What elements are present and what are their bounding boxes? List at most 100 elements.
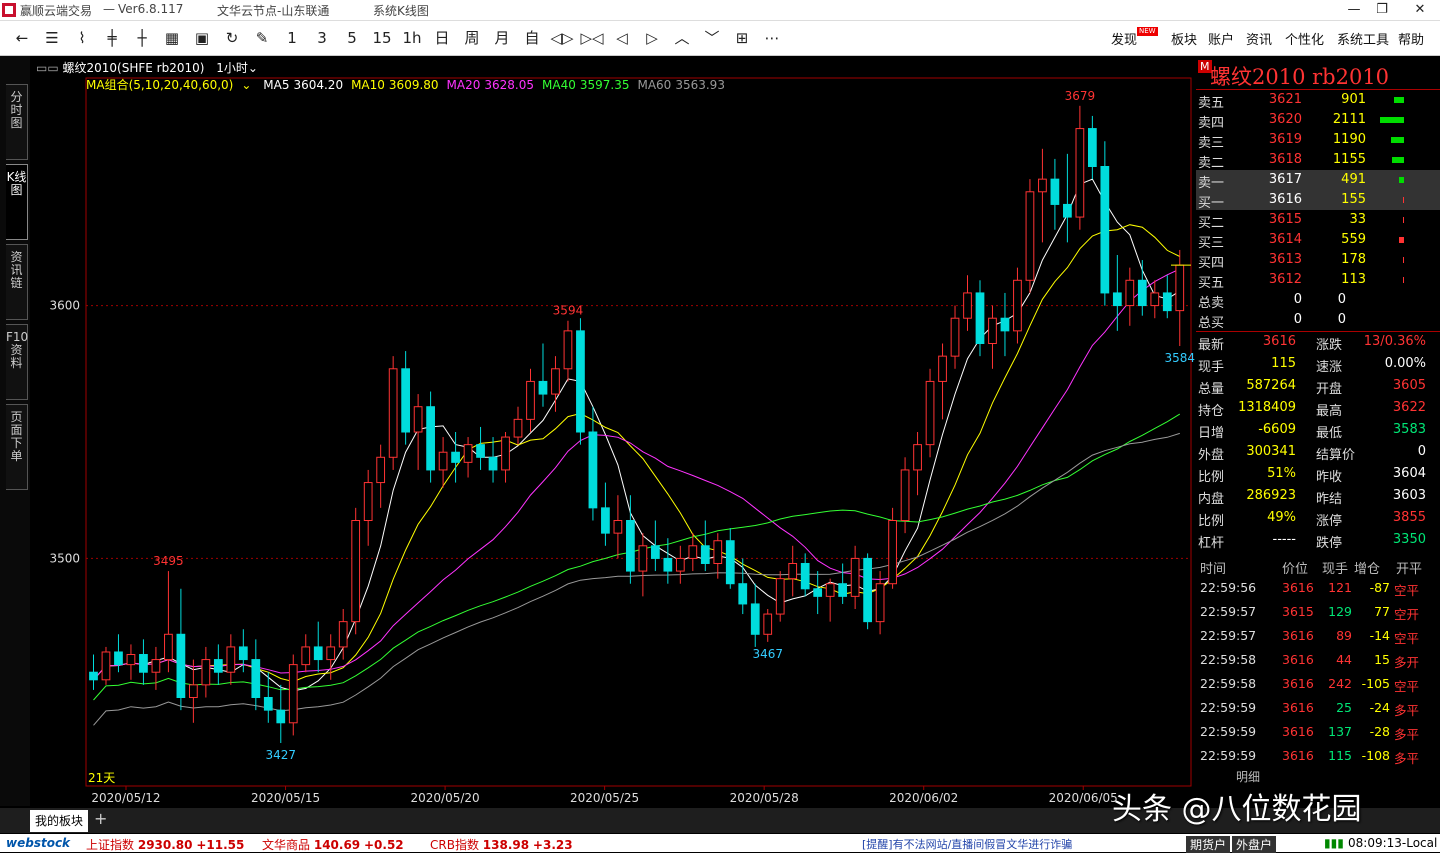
- tab-f10[interactable]: F10资料: [6, 324, 28, 400]
- orderbook-row[interactable]: 买一 3616 155: [1196, 190, 1440, 211]
- candle-body: [788, 562, 798, 580]
- orderbook-price: 3618: [1268, 152, 1302, 167]
- refresh-icon[interactable]: ↻: [220, 28, 244, 48]
- orderbook-row[interactable]: 买二 3615 33: [1196, 210, 1440, 231]
- period-15-button[interactable]: 15: [370, 28, 394, 48]
- candle-body: [189, 684, 198, 698]
- orderbook-row[interactable]: 卖三 3619 1190: [1196, 130, 1440, 151]
- candle-body: [1013, 279, 1022, 332]
- up-icon[interactable]: ︿: [670, 28, 694, 48]
- tick-price: 3616: [1282, 580, 1314, 595]
- period-5-button[interactable]: 5: [340, 28, 364, 48]
- marquee-notice[interactable]: [提醒]有不法网站/直播间假冒文华进行诈骗: [862, 836, 1072, 852]
- period-custom-button[interactable]: 自: [520, 28, 544, 48]
- candle-body: [738, 583, 748, 605]
- y-tick-label: 3600: [49, 299, 80, 313]
- restore-button[interactable]: ❐: [1368, 1, 1396, 19]
- tab-timeshare[interactable]: 分时图: [6, 84, 28, 160]
- orderbook-volume: 2111: [1332, 112, 1366, 127]
- right-icon[interactable]: ▷: [640, 28, 664, 48]
- orderbook-row[interactable]: 买五 3612 113: [1196, 270, 1440, 291]
- tick-qty: 137: [1328, 724, 1352, 739]
- candle-body: [114, 651, 123, 666]
- candle-body: [326, 646, 336, 661]
- close-button[interactable]: ✕: [1406, 1, 1434, 19]
- orderbook-row[interactable]: 买三 3614 559: [1196, 230, 1440, 251]
- index-ticker[interactable]: CRB指数 138.98 +3.23: [430, 836, 573, 853]
- x-tick-label: 2020/05/28: [730, 791, 799, 805]
- minimize-button[interactable]: —: [1340, 1, 1368, 19]
- stat-value: -----: [1272, 532, 1296, 547]
- quote-title: M 螺纹2010 rb2010: [1196, 56, 1440, 90]
- add-board-icon[interactable]: +: [94, 809, 107, 828]
- draw-icon[interactable]: ✎: [250, 28, 274, 48]
- menu-news[interactable]: 资讯: [1246, 29, 1272, 48]
- orderbook-row[interactable]: 卖四 3620 2111: [1196, 110, 1440, 131]
- candle-body: [1175, 264, 1185, 312]
- tab-news-chain[interactable]: 资讯链: [6, 244, 28, 320]
- index-change: +3.23: [532, 838, 573, 852]
- stat-label-2: 昨结: [1316, 492, 1343, 507]
- menu-help[interactable]: 帮助: [1398, 29, 1424, 48]
- index-ticker[interactable]: 文华商品 140.69 +0.52: [262, 836, 404, 853]
- menu-sectors[interactable]: 板块: [1171, 29, 1197, 48]
- list-icon[interactable]: ☰: [40, 28, 64, 48]
- menu-discover[interactable]: 发现: [1111, 29, 1137, 48]
- tab-kline[interactable]: K线图: [6, 164, 28, 240]
- down-icon[interactable]: ﹀: [700, 28, 724, 48]
- candle-body: [1063, 203, 1072, 218]
- tab-page-order[interactable]: 页面下单: [6, 404, 28, 490]
- candle-icon[interactable]: ╪: [100, 28, 124, 48]
- save-icon[interactable]: ▣: [190, 28, 214, 48]
- period-day-button[interactable]: 日: [430, 28, 454, 48]
- x-tick-label: 2020/06/05: [1049, 791, 1118, 805]
- foreign-account-tab[interactable]: 外盘户: [1232, 836, 1277, 853]
- menu-system-tools[interactable]: 系统工具: [1337, 29, 1389, 48]
- stat-label-2: 涨停: [1316, 514, 1343, 529]
- zoom-out-icon[interactable]: ▷◁: [580, 28, 604, 48]
- index-ticker[interactable]: 上证指数 2930.80 +11.55: [86, 836, 244, 853]
- more-icon[interactable]: ⋯: [760, 28, 784, 48]
- stat-value: 300341: [1246, 444, 1296, 459]
- left-icon[interactable]: ◁: [610, 28, 634, 48]
- x-tick-label: 2020/06/02: [889, 791, 958, 805]
- candle-body: [750, 603, 760, 635]
- period-3-button[interactable]: 3: [310, 28, 334, 48]
- orderbook-level: 卖五: [1198, 96, 1225, 111]
- orderbook-row[interactable]: 卖五 3621 901: [1196, 90, 1440, 111]
- line-chart-icon[interactable]: ⌇: [70, 28, 94, 48]
- my-board-tab[interactable]: 我的板块: [30, 810, 88, 832]
- app-version: Ver6.8.117: [118, 2, 184, 16]
- table-icon[interactable]: ▦: [160, 28, 184, 48]
- kline-icon[interactable]: ┼: [130, 28, 154, 48]
- orderbook-level: 卖三: [1198, 136, 1225, 151]
- orderbook-volume-bar: [1403, 257, 1404, 263]
- watermark: 头条 @八位数花园: [1112, 792, 1362, 827]
- candle-body: [1000, 317, 1010, 332]
- zoom-in-icon[interactable]: ◁▷: [550, 28, 574, 48]
- kline-chart-area[interactable]: ▭▭ 螺纹2010(SHFE rb2010) 1小时⌄ MA组合(5,10,20…: [31, 56, 1195, 806]
- index-change: +0.52: [363, 838, 404, 852]
- candle-body: [338, 621, 348, 648]
- period-month-button[interactable]: 月: [490, 28, 514, 48]
- orderbook-row[interactable]: 卖一 3617 491: [1196, 170, 1440, 191]
- period-1-button[interactable]: 1: [280, 28, 304, 48]
- orderbook-price: 3620: [1268, 112, 1302, 127]
- orderbook-row[interactable]: 卖二 3618 1155: [1196, 150, 1440, 171]
- futures-account-tab[interactable]: 期货户: [1186, 836, 1231, 853]
- period-1h-button[interactable]: 1h: [400, 28, 424, 48]
- menu-account[interactable]: 账户: [1208, 29, 1234, 48]
- stat-label-2: 涨跌: [1316, 338, 1343, 353]
- candle-body: [126, 654, 136, 666]
- candle-body: [963, 292, 972, 319]
- layout-icon[interactable]: ⊞: [730, 28, 754, 48]
- orderbook-level: 买四: [1198, 256, 1225, 271]
- stat-row: 日增 -6609 最低 3583: [1196, 419, 1440, 441]
- orderbook-row[interactable]: 买四 3613 178: [1196, 250, 1440, 271]
- menu-personalize[interactable]: 个性化: [1285, 29, 1324, 48]
- back-arrow-icon[interactable]: ←: [10, 28, 34, 48]
- tick-oi-change: -87: [1369, 580, 1390, 595]
- kline-svg[interactable]: 3500 3600 2020/05/12 2020/05/15 2020/05/20 20…: [31, 56, 1195, 806]
- period-week-button[interactable]: 周: [460, 28, 484, 48]
- candle-body: [850, 557, 860, 597]
